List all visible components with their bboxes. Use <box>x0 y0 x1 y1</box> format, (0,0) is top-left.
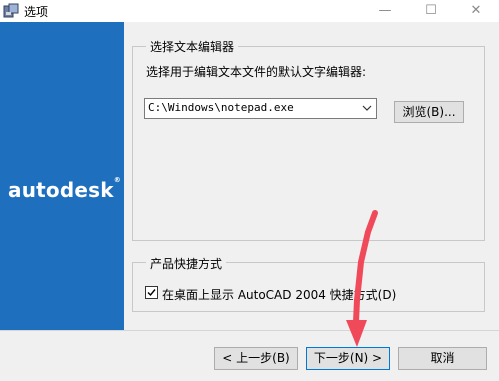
shortcut-group-legend: 产品快捷方式 <box>146 255 227 272</box>
checkmark-icon <box>147 289 156 297</box>
next-button-label: 下一步(N) > <box>313 351 383 365</box>
registered-mark: ® <box>113 176 121 184</box>
maximize-button[interactable]: ☐ <box>408 0 454 22</box>
cancel-button[interactable]: 取消 <box>398 347 487 370</box>
editor-path-value: C:\Windows\notepad.exe <box>148 101 294 114</box>
brand-banner: autodesk® <box>0 22 124 330</box>
chevron-down-icon[interactable] <box>358 99 376 118</box>
editor-group-legend: 选择文本编辑器 <box>146 38 239 55</box>
minimize-button[interactable]: — <box>362 0 408 22</box>
editor-description: 选择用于编辑文本文件的默认文字编辑器: <box>146 65 367 79</box>
autodesk-logo: autodesk® <box>8 176 121 202</box>
desktop-shortcut-checkbox[interactable] <box>145 286 158 299</box>
editor-path-combobox[interactable]: C:\Windows\notepad.exe <box>144 98 377 119</box>
next-button[interactable]: 下一步(N) > <box>306 347 390 370</box>
browse-button[interactable]: 浏览(B)... <box>394 101 464 123</box>
window-title: 选项 <box>24 5 49 19</box>
back-button[interactable]: < 上一步(B) <box>214 347 298 370</box>
close-button[interactable]: ✕ <box>453 0 499 22</box>
title-bar: 选项 — ☐ ✕ <box>0 0 499 22</box>
setup-app-icon <box>3 3 19 19</box>
brand-text: autodesk <box>8 178 114 202</box>
footer-divider <box>0 330 499 331</box>
desktop-shortcut-label[interactable]: 在桌面上显示 AutoCAD 2004 快捷方式(D) <box>162 286 396 303</box>
